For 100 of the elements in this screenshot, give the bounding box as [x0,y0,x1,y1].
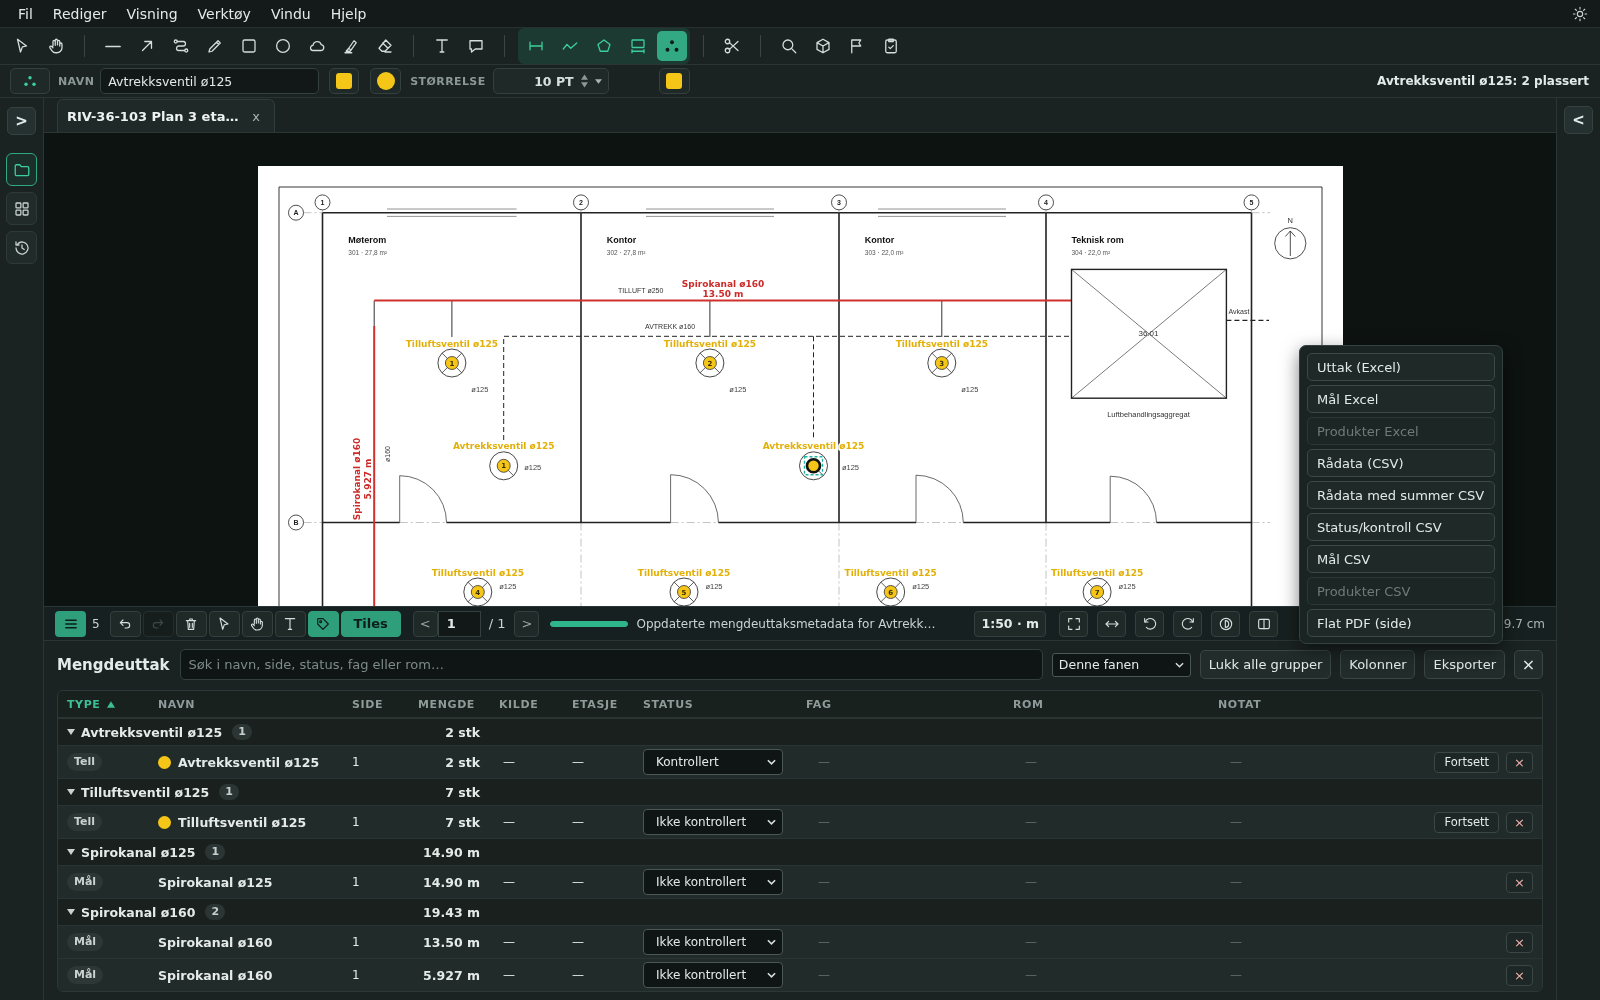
table-cell: — [503,935,515,949]
scale-button[interactable]: 1:50 · m [974,610,1046,637]
resume-button[interactable]: Fortsett [1434,811,1499,833]
tool-button[interactable] [307,610,339,637]
table-row[interactable]: Tell Tilluftsventil ø125 1 7 stk — — Ikke kontrollert — — — Fortsett × [58,805,1542,838]
cube-icon [814,37,832,55]
column-header[interactable]: STATUS [643,697,694,711]
status-select[interactable]: Kontrollert [643,749,783,775]
view-button[interactable] [1211,610,1240,637]
menu-item[interactable]: Fil [8,3,43,24]
column-header[interactable]: NAVN [158,697,196,711]
group-row[interactable]: Tilluftsventil ø125 1 7 stk [58,778,1542,805]
remove-button[interactable]: × [1506,964,1533,986]
tool-button[interactable] [657,31,687,61]
remove-button[interactable]: × [1506,751,1533,773]
menu-item[interactable]: Rådata med summer CSV [1307,481,1495,509]
remove-button[interactable]: × [1506,811,1533,833]
view-button[interactable] [1097,610,1126,637]
color-button[interactable] [329,68,360,94]
view-button[interactable] [1135,610,1164,637]
menu-item[interactable]: Visning [116,3,188,24]
sidebar-button[interactable] [6,192,37,225]
group-name: Tilluftsventil ø125 [81,784,210,800]
menu-item[interactable]: Mål Excel [1307,385,1495,413]
tab-close-button[interactable]: x [248,108,264,124]
sidebar-toggle-button[interactable]: > [7,107,36,135]
view-button[interactable] [1249,610,1278,637]
document-tab[interactable]: RIV-36-103 Plan 3 eta… x [57,99,275,132]
clipboard-check-icon [882,37,900,55]
table-row[interactable]: Tell Avtrekksventil ø125 1 2 stk — — Kontrollert — — — Fortsett × [58,745,1542,778]
vent-label: Tilluftsventil ø125 [1050,567,1143,578]
item-name: Spirokanal ø160 [158,967,273,983]
column-header[interactable]: FAG [806,697,832,711]
search-field[interactable]: Søk i navn, side, status, fag eller rom… [179,649,1043,680]
area-icon [629,37,647,55]
previous-page-button[interactable]: < [412,610,438,637]
sidebar-button[interactable] [6,231,37,264]
status-select[interactable]: Ikke kontrollert [643,869,783,895]
group-row[interactable]: Spirokanal ø160 2 19.43 m [58,898,1542,925]
table-row[interactable]: Mål Spirokanal ø160 1 5.927 m — — Ikke kontrollert — — — × [58,958,1542,991]
scope-select[interactable]: Denne fanen [1051,652,1191,677]
column-header[interactable]: NOTAT [1218,697,1262,711]
close-button[interactable]: × [1514,650,1543,679]
vent-label: Tilluftsventil ø125 [844,567,937,578]
menu-item[interactable]: Uttak (Excel) [1307,353,1495,381]
panel-button[interactable]: Eksporter [1424,650,1505,679]
menu-item[interactable]: Verktøy [187,3,261,24]
remove-button[interactable]: × [1506,871,1533,893]
column-header[interactable]: MENGDE [418,697,475,711]
column-header[interactable]: ETASJE [572,697,618,711]
tool-button[interactable] [175,610,207,637]
menu-item[interactable]: Rediger [42,3,117,24]
list-toggle-button[interactable] [55,610,86,637]
remove-button[interactable]: × [1506,931,1533,953]
column-header[interactable]: KILDE [499,697,539,711]
placement-status: Avtrekksventil ø125: 2 plassert [1377,74,1589,88]
tiles-button[interactable]: Tiles [340,610,401,637]
tool-button[interactable] [10,68,50,94]
sort-arrow-icon [107,700,116,708]
resume-button[interactable]: Fortsett [1434,751,1499,773]
column-header[interactable]: ROM [1013,697,1044,711]
table-row[interactable]: Mål Spirokanal ø125 1 14.90 m — — Ikke kontrollert — — — × [58,865,1542,898]
tool-button[interactable] [241,610,273,637]
eraser-icon [376,37,394,55]
menu-item[interactable]: Vindu [260,3,321,24]
tool-button[interactable] [208,610,240,637]
menu-item[interactable]: Flat PDF (side) [1307,609,1495,637]
column-header[interactable]: SIDE [352,697,384,711]
sidebar-button[interactable] [6,153,37,186]
next-page-button[interactable]: > [514,610,540,637]
sun-icon[interactable] [1572,5,1588,22]
menu-item[interactable]: Rådata (CSV) [1307,449,1495,477]
group-row[interactable]: Spirokanal ø125 1 14.90 m [58,838,1542,865]
status-select[interactable]: Ikke kontrollert [643,929,783,955]
menu-item[interactable]: Mål CSV [1307,545,1495,573]
sidebar-toggle-button[interactable]: < [1564,106,1593,134]
table-cell: — [572,875,584,889]
tool-button[interactable] [274,610,306,637]
tool-button[interactable] [109,610,141,637]
view-button[interactable] [1173,610,1202,637]
color-button[interactable] [370,68,402,94]
panel-button[interactable]: Lukk alle grupper [1199,650,1332,679]
size-field[interactable]: 10 PT [492,68,609,94]
table-cell: 1 [352,935,360,949]
group-row[interactable]: Avtrekksventil ø125 1 2 stk [58,718,1542,745]
table-cell: — [572,755,584,769]
table-row[interactable]: Mål Spirokanal ø160 1 13.50 m — — Ikke kontrollert — — — × [58,925,1542,958]
view-button[interactable] [1059,610,1088,637]
column-header[interactable]: TYPE [67,697,116,711]
page-field[interactable]: 1 [437,610,481,637]
status-select[interactable]: Ikke kontrollert [643,962,783,988]
status-select[interactable]: Ikke kontrollert [643,809,783,835]
name-field[interactable]: Avtrekksventil ø125 [100,68,320,94]
caret-icon [767,972,776,978]
type-badge: Tell [67,813,103,831]
color-button[interactable] [658,68,690,94]
menu-item[interactable]: Status/kontroll CSV [1307,513,1495,541]
panel-button[interactable]: Kolonner [1340,650,1416,679]
table-cell: — [503,968,515,982]
menu-item[interactable]: Hjelp [320,3,377,24]
